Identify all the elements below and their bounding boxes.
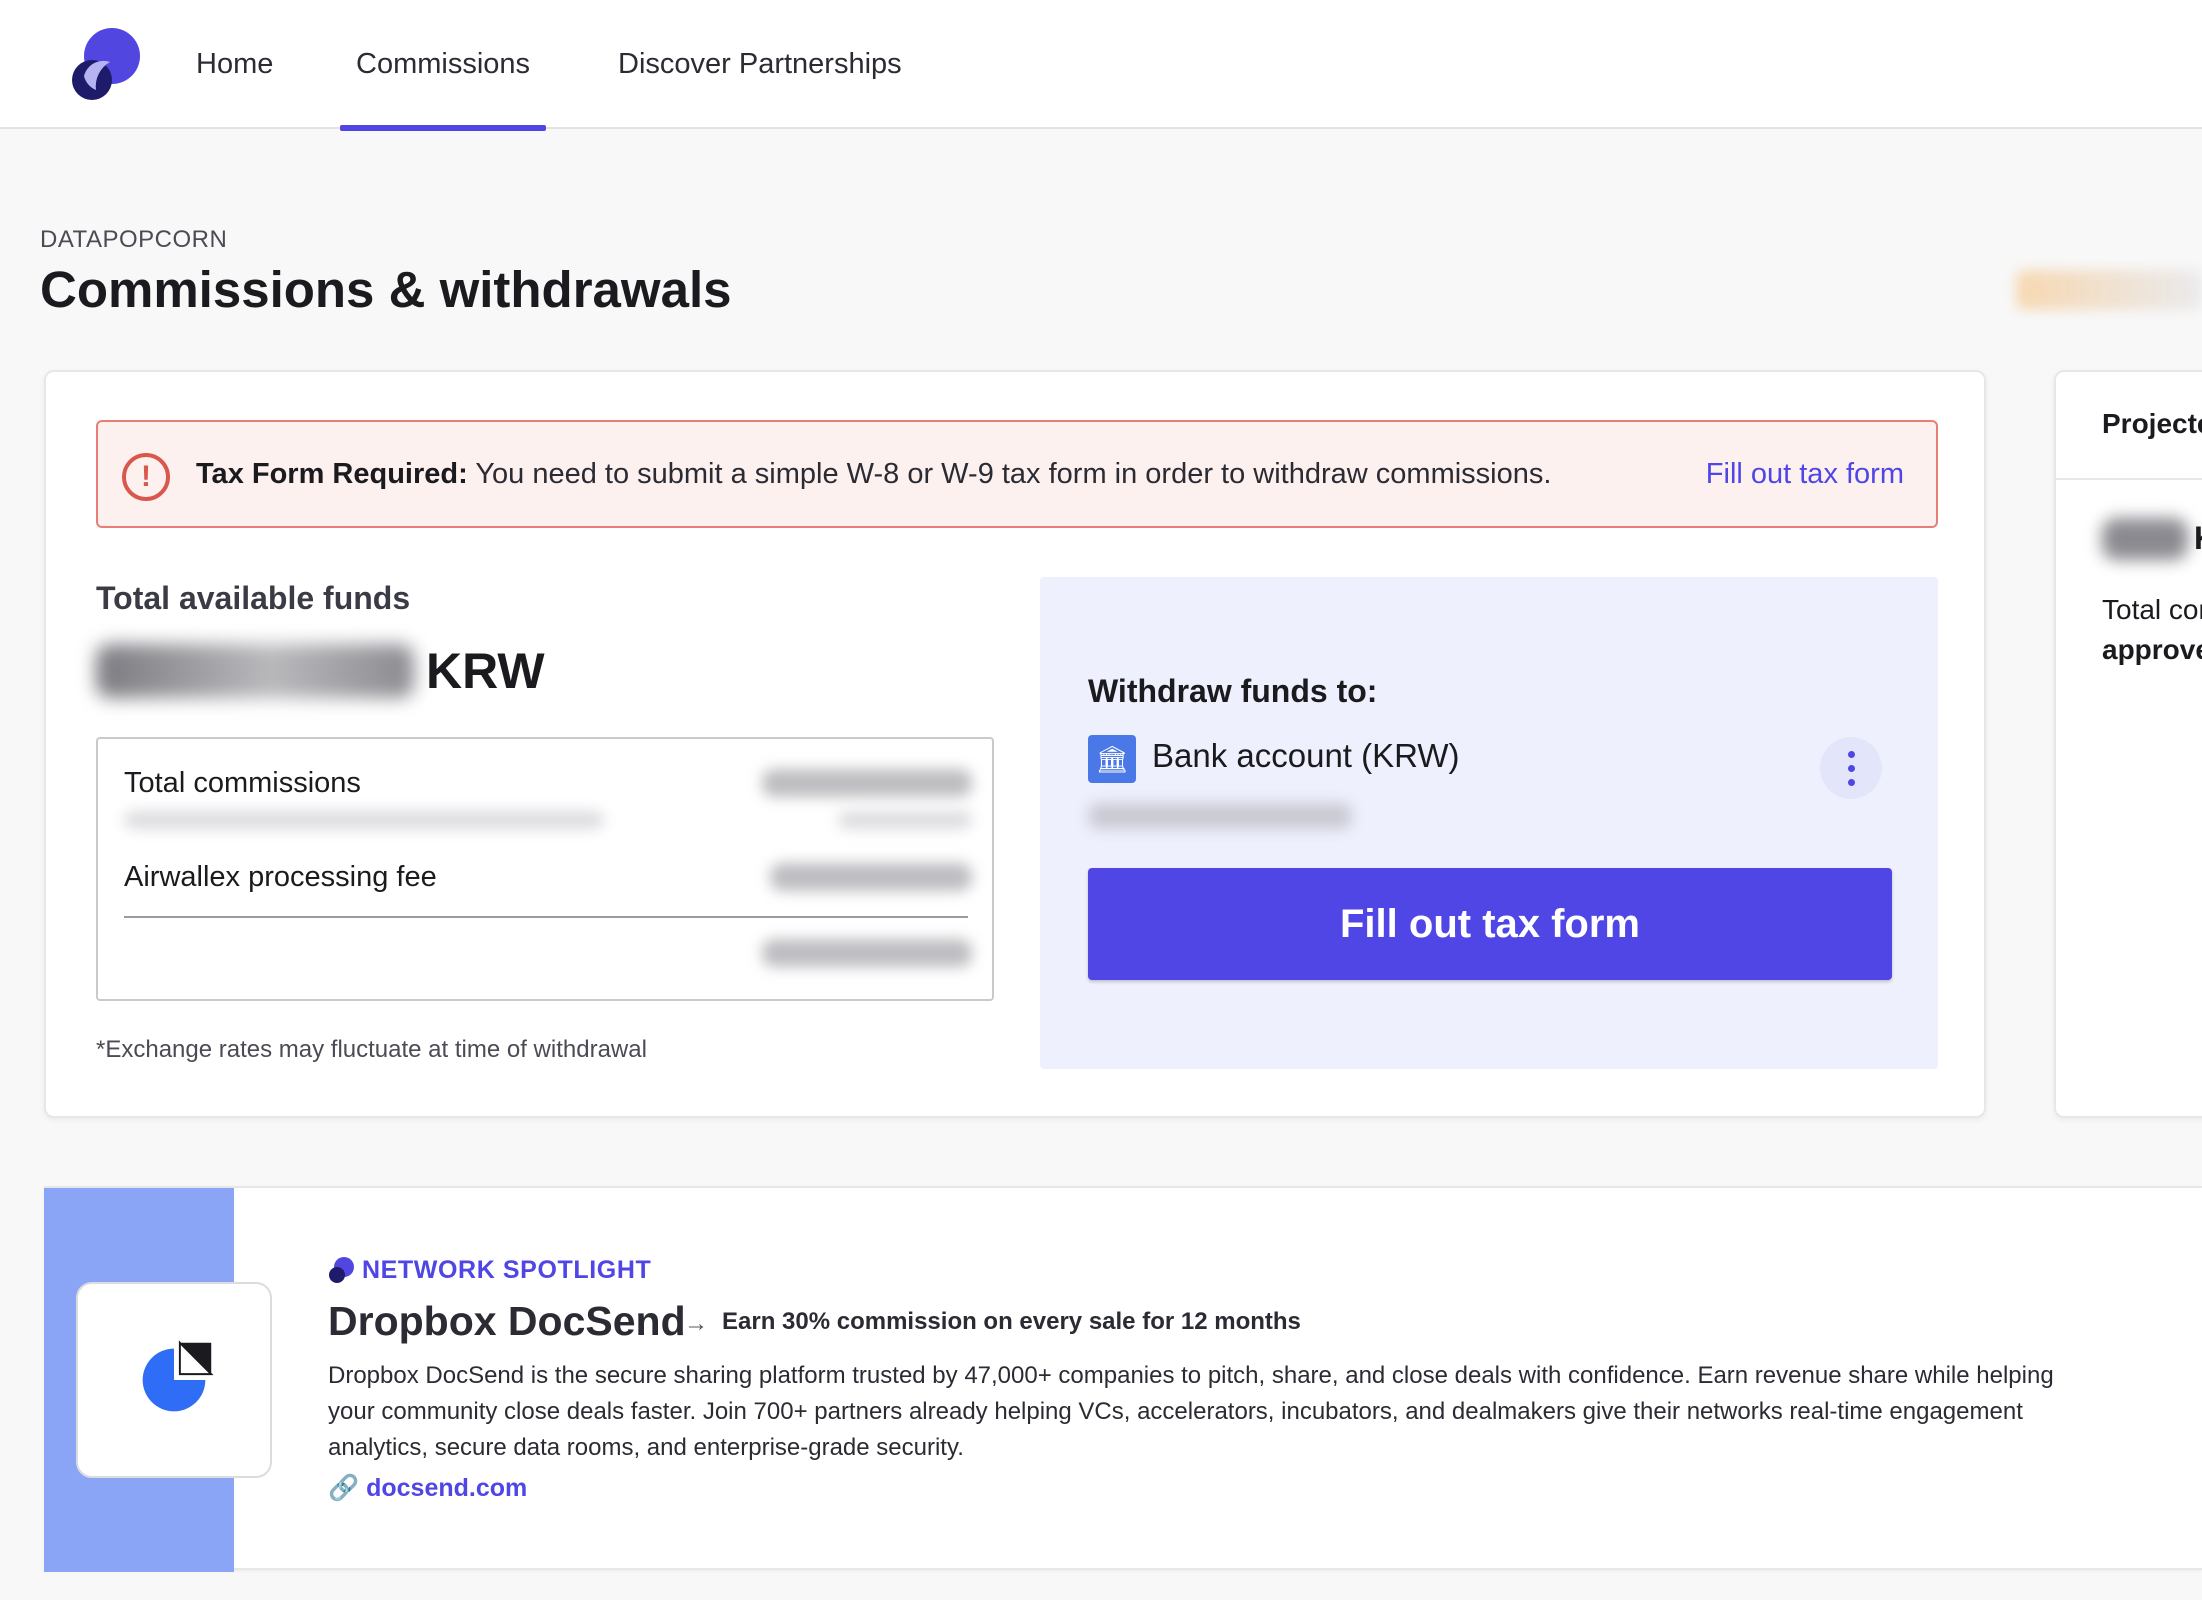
network-spotlight-card: NETWORK SPOTLIGHT Dropbox DocSend → Earn… [44,1186,2202,1572]
net-total-value-redacted [762,939,972,967]
withdraw-title: Withdraw funds to: [1088,673,1378,709]
top-nav: Home Commissions Discover Partnerships [0,0,2202,131]
tab-home[interactable]: Home [196,44,273,129]
available-funds-currency: KRW [426,643,545,699]
spotlight-tagline: Earn 30% commission on every sale for 12… [722,1308,1301,1335]
link-icon: 🔗 [328,1474,360,1502]
account-eyebrow: DATAPOPCORN [40,226,228,253]
available-funds-label: Total available funds [96,580,411,616]
page-title: Commissions & withdrawals [40,261,732,318]
docsend-logo-icon [142,1340,214,1412]
brand-logo-icon[interactable] [70,26,140,102]
total-commissions-value-redacted [762,769,972,797]
exchange-rate-note: *Exchange rates may fluctuate at time of… [96,1036,647,1063]
spotlight-description: Dropbox DocSend is the secure sharing pl… [328,1362,2054,1461]
projected-status: approved [2102,634,2202,665]
spotlight-link[interactable]: 🔗 docsend.com [328,1474,527,1503]
commissions-subvalue-redacted [838,811,972,829]
projected-amount-redacted [2102,518,2188,560]
withdraw-panel: Withdraw funds to: 🏛 Bank account (KRW) … [1040,577,1938,1069]
fill-tax-form-link[interactable]: Fill out tax form [1706,458,1904,491]
available-funds-amount-redacted [96,644,414,698]
alert-message: You need to submit a simple W-8 or W-9 t… [475,458,1552,490]
projected-commissions-card: Projected K Total commissions approved [2054,370,2202,1118]
commissions-subtext-redacted [124,811,604,829]
tab-discover-partnerships[interactable]: Discover Partnerships [618,44,902,129]
bank-icon: 🏛 [1088,735,1136,783]
alert-title: Tax Form Required: [196,458,468,490]
projected-subtitle: Total commissions [2102,594,2202,625]
processing-fee-value-redacted [770,863,972,891]
more-options-icon[interactable] [1820,737,1882,799]
funds-summary-box: Total commissions Airwallex processing f… [96,737,994,1001]
tax-form-alert: ! Tax Form Required: You need to submit … [96,420,1938,528]
alert-text: Tax Form Required: You need to submit a … [196,458,1551,491]
processing-fee-label: Airwallex processing fee [124,861,437,893]
spotlight-link-text[interactable]: docsend.com [366,1474,527,1502]
projected-title: Projected [2102,408,2202,439]
side-card-divider [2056,478,2202,480]
network-logo-icon [329,1257,354,1283]
total-commissions-label: Total commissions [124,767,361,799]
projected-unit: K [2194,520,2202,557]
bank-account-label: Bank account (KRW) [1152,737,1460,774]
funds-card: ! Tax Form Required: You need to submit … [44,370,1986,1118]
alert-circle-icon: ! [122,453,170,501]
spotlight-title[interactable]: Dropbox DocSend [328,1298,686,1345]
tab-commissions[interactable]: Commissions [339,44,547,131]
fill-tax-form-button[interactable]: Fill out tax form [1088,868,1892,980]
summary-divider [124,916,968,918]
arrow-right-icon: → [684,1310,708,1337]
redacted-chip[interactable] [2016,270,2202,310]
bank-account-number-redacted [1088,803,1352,829]
docsend-logo [76,1282,272,1478]
spotlight-eyebrow: NETWORK SPOTLIGHT [362,1256,652,1284]
